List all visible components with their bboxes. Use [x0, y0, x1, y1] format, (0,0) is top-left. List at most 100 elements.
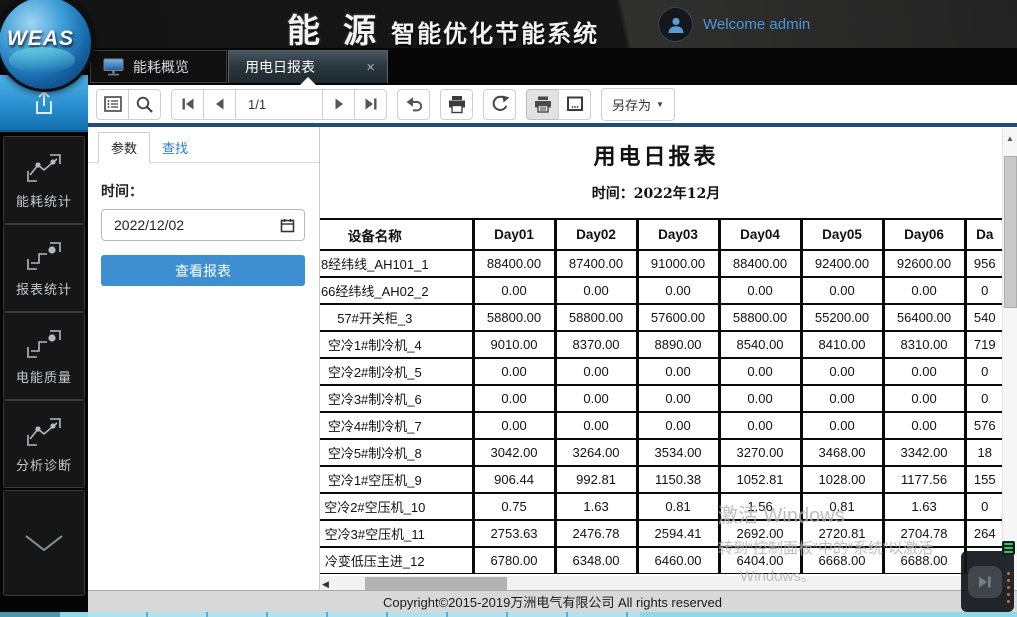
back-button[interactable]	[397, 89, 430, 120]
table-cell: 8310.00	[883, 331, 965, 358]
refresh-button[interactable]	[483, 89, 516, 120]
table-cell: 1150.38	[637, 466, 719, 493]
toggle-parameters-button[interactable]	[96, 89, 129, 120]
table-cell: 6348.00	[555, 547, 637, 574]
table-cell: 1.63	[555, 493, 637, 520]
sidebar-expand-button[interactable]	[3, 490, 85, 596]
table-cell: 3534.00	[637, 439, 719, 466]
table-cell: 2594.41	[637, 520, 719, 547]
tab-energy-overview[interactable]: 能耗概览	[90, 50, 227, 83]
trend-chart-icon	[24, 151, 64, 185]
table-cell: 576	[965, 412, 1004, 439]
tab-close-icon[interactable]: ×	[366, 59, 375, 76]
sidebar-item-analysis-diagnosis[interactable]: 分析诊断	[3, 400, 85, 488]
person-icon	[666, 15, 686, 35]
table-cell: 57600.00	[637, 304, 719, 331]
print-layout-button[interactable]	[526, 89, 559, 120]
tab-find[interactable]: 查找	[150, 133, 200, 162]
table-row: 空冷1#空压机_9906.44992.811150.381052.811028.…	[320, 466, 1005, 493]
table-cell: 0.00	[801, 277, 883, 304]
save-as-button[interactable]: 另存为 ▼	[601, 88, 675, 121]
table-cell: 1052.81	[719, 466, 801, 493]
table-cell: 58800.00	[473, 304, 555, 331]
table-cell: 264	[965, 520, 1004, 547]
scroll-left-arrow-icon[interactable]: ◀	[322, 579, 329, 590]
table-cell: 0	[965, 277, 1004, 304]
table-cell: 0.00	[719, 385, 801, 412]
column-header: Day01	[473, 219, 555, 250]
table-cell: 91000.00	[637, 250, 719, 277]
sidebar-item-label: 分析诊断	[16, 455, 72, 474]
refresh-icon	[490, 94, 510, 114]
table-row: 空冷2#空压机_100.751.630.811.560.811.630	[320, 493, 1005, 520]
calendar-icon[interactable]	[280, 218, 295, 233]
table-row: 57#开关柜_358800.0058800.0057600.0058800.00…	[320, 304, 1005, 331]
table-cell: 0.00	[719, 412, 801, 439]
power-point-icon	[24, 327, 64, 361]
list-panel-icon	[103, 95, 123, 113]
horizontal-scrollbar[interactable]: ◀	[320, 576, 1006, 591]
page-indicator-input[interactable]	[235, 89, 323, 120]
search-button[interactable]	[128, 89, 161, 120]
next-page-icon	[330, 95, 348, 113]
column-header: Day02	[555, 219, 637, 250]
table-cell: 0.00	[883, 385, 965, 412]
table-cell: 0.81	[637, 493, 719, 520]
sidebar-item-report-statistics[interactable]: 报表统计	[3, 224, 85, 312]
table-cell: 1.63	[883, 493, 965, 520]
horizontal-scrollbar-thumb[interactable]	[365, 577, 507, 590]
sidebar-item-power-quality[interactable]: 电能质量	[3, 312, 85, 400]
report-toolbar: 另存为 ▼	[88, 85, 1017, 127]
user-menu[interactable]: Welcome admin	[658, 7, 810, 42]
tab-parameters[interactable]: 参数	[98, 132, 150, 163]
table-cell: 9010.00	[473, 331, 555, 358]
vertical-scrollbar[interactable]: ▲	[1002, 128, 1017, 588]
print-button[interactable]	[440, 89, 473, 120]
recorder-menu-icon[interactable]	[1002, 541, 1015, 555]
parameters-panel: 参数 查找 时间： 2022/12/02 查看报表	[88, 127, 320, 595]
table-cell: 8370.00	[555, 331, 637, 358]
table-cell: 0	[965, 493, 1004, 520]
date-value: 2022/12/02	[102, 217, 184, 233]
table-cell: 空冷3#制冷机_6	[320, 385, 473, 412]
table-cell: 空冷1#空压机_9	[320, 466, 473, 493]
first-page-button[interactable]	[171, 89, 204, 120]
table-cell: 0.00	[719, 277, 801, 304]
date-input[interactable]: 2022/12/02	[101, 209, 305, 241]
table-cell: 0	[965, 385, 1004, 412]
table-cell: 540	[965, 304, 1004, 331]
recorder-play-button[interactable]	[968, 566, 1002, 598]
table-cell: 3342.00	[883, 439, 965, 466]
tab-daily-power-report[interactable]: 用电日报表 ×	[228, 50, 388, 83]
last-page-icon	[362, 95, 380, 113]
table-row: 空冷1#制冷机_49010.008370.008890.008540.00841…	[320, 331, 1005, 358]
active-tab-pointer	[300, 77, 316, 85]
next-page-button[interactable]	[322, 89, 355, 120]
page-setup-button[interactable]	[558, 89, 591, 120]
table-cell: 0.00	[637, 358, 719, 385]
monitor-icon	[103, 58, 124, 76]
table-row: 空冷4#制冷机_70.000.000.000.000.000.00576	[320, 412, 1005, 439]
last-page-button[interactable]	[354, 89, 387, 120]
table-cell: 88400.00	[473, 250, 555, 277]
page-setup-icon	[565, 95, 585, 113]
scroll-up-arrow-icon[interactable]: ▲	[1006, 134, 1014, 143]
sidebar-item-energy-statistics[interactable]: 能耗统计	[3, 136, 85, 224]
bottom-edge-strip	[0, 612, 1017, 617]
table-cell: 88400.00	[719, 250, 801, 277]
table-cell: 6404.00	[719, 547, 801, 574]
table-cell: 992.81	[555, 466, 637, 493]
recorder-options-dots[interactable]	[1007, 572, 1010, 603]
vertical-scrollbar-thumb[interactable]	[1004, 156, 1017, 308]
sidebar-item-label: 电能质量	[16, 367, 72, 386]
view-report-button[interactable]: 查看报表	[101, 255, 305, 286]
print-layout-icon	[533, 95, 553, 114]
report-subtitle: 时间：2022年12月	[320, 183, 992, 203]
previous-page-icon	[211, 95, 229, 113]
chevron-down-icon: ▼	[656, 100, 664, 109]
table-cell: 2692.00	[719, 520, 801, 547]
table-cell: 906.44	[473, 466, 555, 493]
previous-page-button[interactable]	[203, 89, 236, 120]
column-header: Day03	[637, 219, 719, 250]
user-avatar[interactable]	[658, 7, 693, 42]
